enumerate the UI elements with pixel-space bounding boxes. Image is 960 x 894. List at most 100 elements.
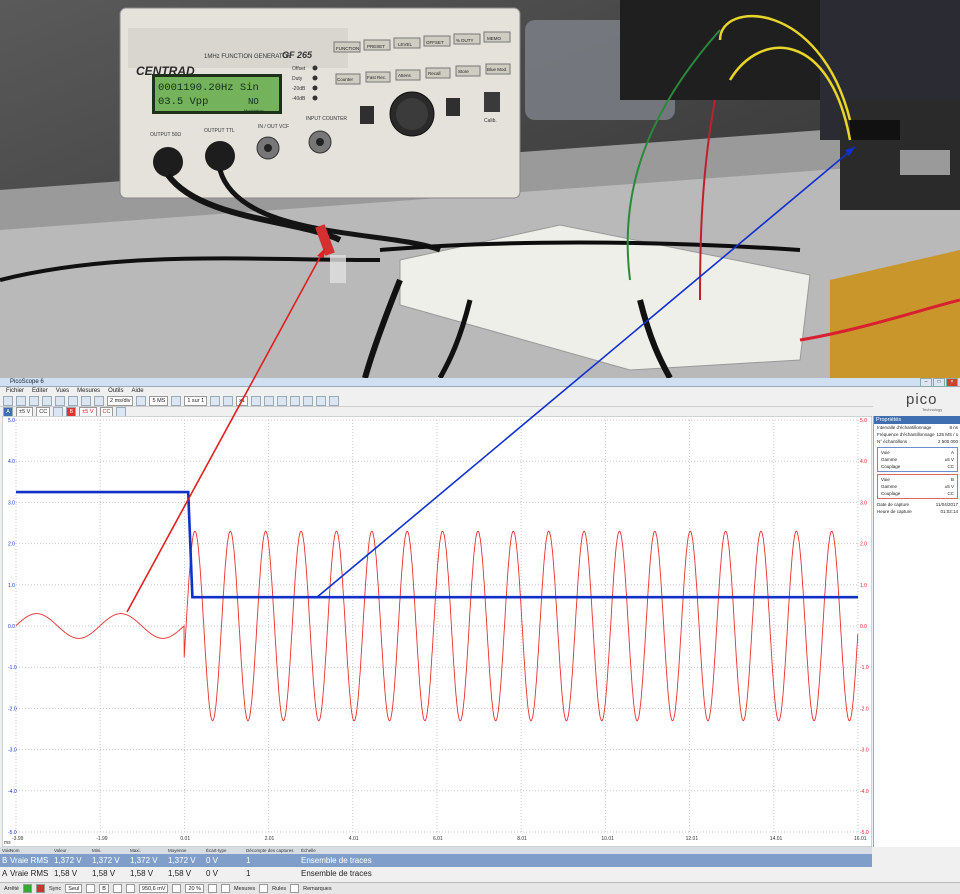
vcf-label: IN / OUT VCF bbox=[258, 124, 289, 130]
start-icon[interactable] bbox=[22, 884, 32, 893]
zoom-region-icon[interactable] bbox=[302, 395, 313, 406]
y-tick-label-right: 5.0 bbox=[860, 418, 867, 424]
timebase-select[interactable]: 2 ms/div bbox=[107, 395, 134, 406]
measures-add-icon[interactable] bbox=[221, 884, 230, 893]
y-tick-label-right: 4.0 bbox=[860, 459, 867, 465]
zoom-select[interactable]: x1 bbox=[236, 395, 248, 406]
left-arrow-key bbox=[360, 106, 374, 124]
led-label-20db: -20dB bbox=[292, 86, 306, 92]
sync-mode-select[interactable]: Seul bbox=[65, 884, 83, 893]
settings-icon[interactable] bbox=[42, 395, 52, 406]
pretrigger-percent[interactable]: 20 % bbox=[185, 884, 204, 893]
x-tick-label: 10.01 bbox=[601, 836, 614, 842]
key-fastrec: Fast Rec. bbox=[367, 75, 386, 80]
prop-row: Intervalle d'échantillonnage 8 ns bbox=[877, 425, 958, 430]
properties-panel: Propriétés Intervalle d'échantillonnage 8… bbox=[873, 416, 960, 847]
undo-zoom-icon[interactable] bbox=[315, 395, 326, 406]
scope-chart[interactable]: 5.04.03.02.01.00.0-1.0-2.0-3.0-4.0-5.0 5… bbox=[1, 415, 873, 848]
key-store: Store bbox=[458, 69, 469, 74]
x-tick-label: 8.01 bbox=[517, 836, 527, 842]
sync-channel-select[interactable]: B bbox=[99, 884, 109, 893]
table-row[interactable]: B Vraie RMS 1,372 V 1,372 V 1,372 V 1,37… bbox=[0, 854, 872, 867]
capture-select[interactable]: 1 sur 1 bbox=[184, 395, 208, 406]
notes-button[interactable]: Remarques bbox=[303, 886, 331, 892]
delay-icon[interactable] bbox=[208, 884, 217, 893]
minimize-button[interactable]: – bbox=[920, 378, 932, 387]
channels-icon[interactable] bbox=[55, 395, 65, 406]
zoom-fit-icon[interactable] bbox=[223, 395, 234, 406]
zoom-in-icon[interactable] bbox=[276, 395, 287, 406]
sync-label: Sync bbox=[48, 885, 62, 892]
channel-a-properties: Voie A Gamme ±5 V Couplage CC bbox=[877, 447, 958, 472]
menu-bar: Fichier Editer Vues Mesures Outils Aide bbox=[0, 387, 960, 395]
properties-header: Propriétés bbox=[874, 416, 960, 424]
next-capture-icon[interactable] bbox=[210, 395, 221, 406]
trigger-icon[interactable] bbox=[86, 884, 96, 893]
scope-view[interactable]: 5.0 4.0 3.0 2.0 1.0 0.0 -1.0 -2.0 -3.0 -4.0 -5.0 5… bbox=[1, 415, 873, 848]
scope-mode-icon[interactable] bbox=[3, 395, 13, 406]
lcd-line2: 03.5 Vpp bbox=[158, 96, 208, 108]
menu-editer[interactable]: Editer bbox=[32, 388, 48, 394]
window-title: PicoScope 6 bbox=[10, 379, 44, 385]
close-button[interactable]: × bbox=[946, 378, 958, 387]
math-icon[interactable] bbox=[81, 395, 91, 406]
ref-icon[interactable] bbox=[94, 395, 104, 406]
y-tick-label-left: -2.0 bbox=[8, 706, 17, 712]
samples-select[interactable]: 5 MS bbox=[149, 395, 169, 406]
prop-row: N° échantillons 2 500 000 bbox=[877, 439, 958, 444]
prev-capture-icon[interactable] bbox=[171, 395, 182, 406]
prop-row: Fréquence d'échantillonnage 125 MS / s bbox=[877, 432, 958, 437]
y-tick-label-left: 1.0 bbox=[8, 583, 15, 589]
probe-icon[interactable] bbox=[68, 395, 78, 406]
generator-model: GF 265 bbox=[282, 50, 313, 60]
output-50-bnc bbox=[153, 147, 183, 177]
key-bluemod: Blue Mod. bbox=[487, 67, 507, 72]
key-function: FUNCTION bbox=[336, 46, 359, 51]
led-label-40db: -40dB bbox=[292, 96, 306, 102]
pico-logo: pico bbox=[906, 391, 938, 408]
menu-aide[interactable]: Aide bbox=[132, 388, 144, 394]
key-recall: Recall bbox=[428, 71, 441, 76]
spectrum-mode-icon[interactable] bbox=[16, 395, 26, 406]
y-tick-label-right: -4.0 bbox=[860, 789, 869, 795]
notes-icon[interactable] bbox=[290, 884, 300, 893]
rules-icon[interactable] bbox=[259, 884, 269, 893]
hand-icon[interactable] bbox=[263, 395, 274, 406]
menu-fichier[interactable]: Fichier bbox=[6, 388, 24, 394]
x-tick-label: 2.01 bbox=[265, 836, 275, 842]
x-tick-label: 4.01 bbox=[349, 836, 359, 842]
measures-button[interactable]: Mesures bbox=[234, 886, 255, 892]
persist-mode-icon[interactable] bbox=[29, 395, 39, 406]
key-offset: OFFSET bbox=[426, 40, 444, 45]
trigger-level-input[interactable]: 950,6 mV bbox=[138, 884, 169, 893]
lab-photo: CENTRAD 1MHz FUNCTION GENERATOR GF 265 0… bbox=[0, 0, 960, 378]
pretrigger-icon[interactable] bbox=[172, 884, 182, 893]
rising-edge-icon[interactable] bbox=[112, 884, 122, 893]
key-preset: PRESET bbox=[367, 44, 385, 49]
y-tick-label-left: -1.0 bbox=[8, 665, 17, 671]
rules-button[interactable]: Rules bbox=[272, 886, 286, 892]
key-duty: % DUTY bbox=[456, 38, 474, 43]
capture-time: Heure de capture 01:02:14 bbox=[877, 509, 958, 514]
x-axis-unit: ms bbox=[4, 840, 11, 846]
x-tick-label: 16.01 bbox=[854, 836, 867, 842]
status-bar: Arrêté Sync Seul B 950,6 mV 20 % Mesures… bbox=[0, 882, 960, 894]
table-row[interactable]: A Vraie RMS 1,58 V 1,58 V 1,58 V 1,58 V … bbox=[0, 867, 872, 880]
y-tick-label-right: -1.0 bbox=[860, 665, 869, 671]
menu-mesures[interactable]: Mesures bbox=[77, 388, 100, 394]
zoom-reset-icon[interactable] bbox=[328, 395, 339, 406]
pointer-icon[interactable] bbox=[250, 395, 261, 406]
key-counter: Counter bbox=[337, 77, 354, 82]
falling-edge-icon[interactable] bbox=[125, 884, 135, 893]
lab-photo-drawing: CENTRAD 1MHz FUNCTION GENERATOR GF 265 0… bbox=[0, 0, 960, 378]
samples-icon[interactable] bbox=[136, 395, 147, 406]
measurements-header: Voie Nom Valeur Mini. Maxi. Moyenne Écar… bbox=[0, 847, 872, 854]
menu-vues[interactable]: Vues bbox=[56, 388, 69, 394]
stop-label: Arrêté bbox=[4, 885, 19, 892]
lcd-right: NO bbox=[248, 97, 259, 107]
output-50-label: OUTPUT 50Ω bbox=[150, 132, 181, 138]
stop-icon[interactable] bbox=[35, 884, 45, 893]
zoom-out-icon[interactable] bbox=[289, 395, 300, 406]
menu-outils[interactable]: Outils bbox=[108, 388, 123, 394]
maximize-button[interactable]: □ bbox=[933, 378, 945, 387]
